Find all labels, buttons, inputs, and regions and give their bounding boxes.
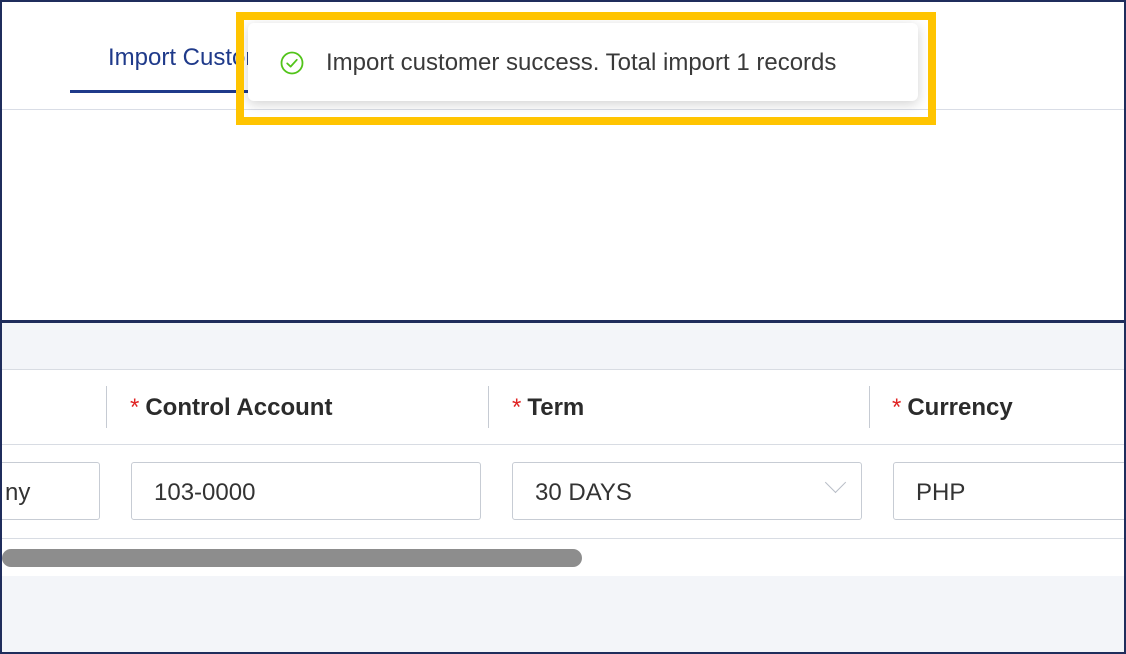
company-field[interactable]: ny xyxy=(2,462,100,520)
control-account-field[interactable]: 103-0000 xyxy=(131,462,481,520)
column-separator xyxy=(869,386,870,428)
scrollbar-thumb[interactable] xyxy=(2,549,582,567)
required-marker: * xyxy=(130,394,140,421)
table-header-row: * Control Account * Term * Currency xyxy=(2,370,1124,445)
column-separator xyxy=(106,386,107,428)
column-separator xyxy=(488,386,489,428)
row-divider xyxy=(2,538,1124,539)
chevron-down-icon xyxy=(824,471,847,494)
column-header-term: * Term xyxy=(512,394,585,421)
success-toast: Import customer success. Total import 1 … xyxy=(248,23,918,101)
column-header-control-account: * Control Account xyxy=(130,394,333,421)
app-window: Import Customer *Control Account *Term *… xyxy=(0,0,1126,654)
required-marker: * xyxy=(512,394,522,421)
check-circle-icon xyxy=(280,51,304,75)
term-select-value: 30 DAYS xyxy=(535,479,632,506)
horizontal-scrollbar[interactable] xyxy=(2,546,1124,568)
column-header-currency: * Currency xyxy=(892,394,1013,421)
required-marker: * xyxy=(892,394,902,421)
tab-import-customer[interactable]: Import Customer xyxy=(70,44,252,92)
active-tab-indicator xyxy=(70,90,252,93)
tab-label: Import Customer xyxy=(108,44,252,71)
currency-field[interactable]: PHP xyxy=(893,462,1124,520)
term-select[interactable]: 30 DAYS xyxy=(512,462,862,520)
tabs-divider xyxy=(2,109,1124,110)
customer-import-table: * Control Account * Term * Currency ny 103-… xyxy=(2,369,1124,576)
toast-message: Import customer success. Total import 1 … xyxy=(326,49,837,76)
